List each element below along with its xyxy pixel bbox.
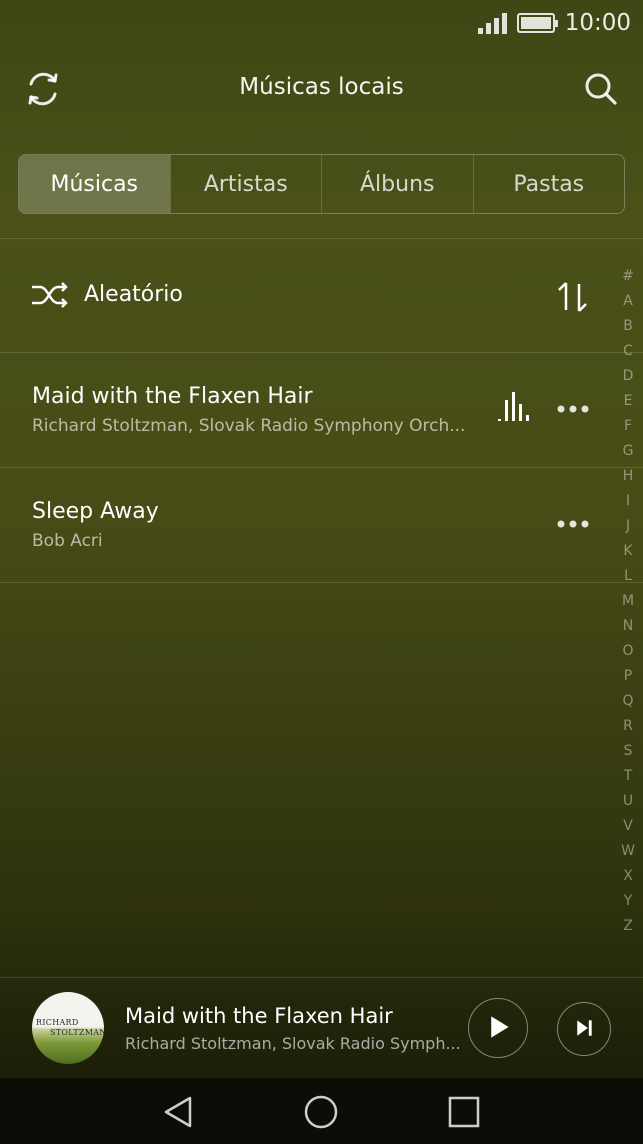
home-icon[interactable] [303,1094,339,1130]
play-icon [491,1016,509,1038]
alphabet-index-letter[interactable]: D [623,364,634,389]
sort-icon[interactable] [556,280,590,314]
now-playing-bar[interactable]: RICHARD STOLTZMAN Maid with the Flaxen H… [0,977,643,1077]
alphabet-index-letter[interactable]: H [623,464,634,489]
more-icon[interactable] [556,519,590,529]
alphabet-index-letter[interactable]: Z [623,914,633,939]
search-icon[interactable] [580,68,622,110]
signal-icon [477,12,507,34]
album-art-text: STOLTZMAN [50,1028,104,1037]
album-art[interactable]: RICHARD STOLTZMAN [32,992,104,1064]
next-icon [577,1020,592,1036]
alphabet-index-letter[interactable]: Q [622,689,633,714]
more-icon[interactable] [556,404,590,414]
alphabet-index-letter[interactable]: M [622,589,634,614]
shuffle-row[interactable]: Aleatório [0,240,643,352]
recents-icon[interactable] [446,1094,482,1130]
alphabet-index-letter[interactable]: J [626,514,630,539]
alphabet-index-letter[interactable]: A [623,289,633,314]
song-artist: Bob Acri [32,531,103,551]
alphabet-index-letter[interactable]: S [624,739,633,764]
song-title: Sleep Away [32,499,159,524]
alphabet-index-letter[interactable]: Y [624,889,633,914]
alphabet-index-letter[interactable]: V [623,814,633,839]
song-title: Maid with the Flaxen Hair [32,384,313,409]
alphabet-index-letter[interactable]: G [623,439,634,464]
status-bar: 10:00 [0,0,643,48]
alphabet-index-letter[interactable]: P [624,664,632,689]
equalizer-icon [498,392,529,421]
top-bar: Músicas locais [0,60,643,120]
tab-musicas[interactable]: Músicas [19,155,170,213]
alphabet-index-letter[interactable]: K [623,539,632,564]
tab-pastas[interactable]: Pastas [472,155,625,213]
page-title: Músicas locais [239,74,404,100]
alphabet-index-letter[interactable]: E [624,389,633,414]
tab-artistas[interactable]: Artistas [169,155,322,213]
shuffle-icon [32,282,68,308]
status-time: 10:00 [564,10,631,36]
alphabet-index-letter[interactable]: R [623,714,633,739]
song-artist: Richard Stoltzman, Slovak Radio Symphony… [32,416,466,436]
alphabet-index-letter[interactable]: B [623,314,633,339]
status-right: 10:00 [477,10,631,36]
tab-albuns[interactable]: Álbuns [321,155,473,213]
alphabet-index-letter[interactable]: U [623,789,633,814]
now-playing-title: Maid with the Flaxen Hair [125,1004,393,1028]
next-button[interactable] [557,1002,611,1056]
song-row[interactable]: Sleep Away Bob Acri [0,467,643,582]
alphabet-index-letter[interactable]: O [622,639,633,664]
shuffle-label: Aleatório [84,282,183,307]
system-navbar [0,1078,643,1144]
back-icon[interactable] [160,1094,196,1130]
alphabet-index-letter[interactable]: F [624,414,632,439]
album-art-text: RICHARD [36,1018,79,1027]
alphabet-index-letter[interactable]: # [622,264,634,289]
alphabet-index[interactable]: # A B C D E F G H I J K L M N O P Q R S T U V W X Y Z [614,264,642,939]
song-row[interactable]: Maid with the Flaxen Hair Richard Stoltz… [0,352,643,467]
alphabet-index-letter[interactable]: T [624,764,633,789]
divider [0,582,643,583]
alphabet-index-letter[interactable]: I [626,489,630,514]
now-playing-artist: Richard Stoltzman, Slovak Radio Symph... [125,1034,461,1053]
alphabet-index-letter[interactable]: X [623,864,633,889]
alphabet-index-letter[interactable]: C [623,339,633,364]
play-button[interactable] [468,998,528,1058]
battery-icon [516,13,558,33]
alphabet-index-letter[interactable]: W [621,839,635,864]
alphabet-index-letter[interactable]: L [624,564,632,589]
divider [0,238,643,239]
alphabet-index-letter[interactable]: N [623,614,633,639]
category-tabs: Músicas Artistas Álbuns Pastas [18,154,625,214]
